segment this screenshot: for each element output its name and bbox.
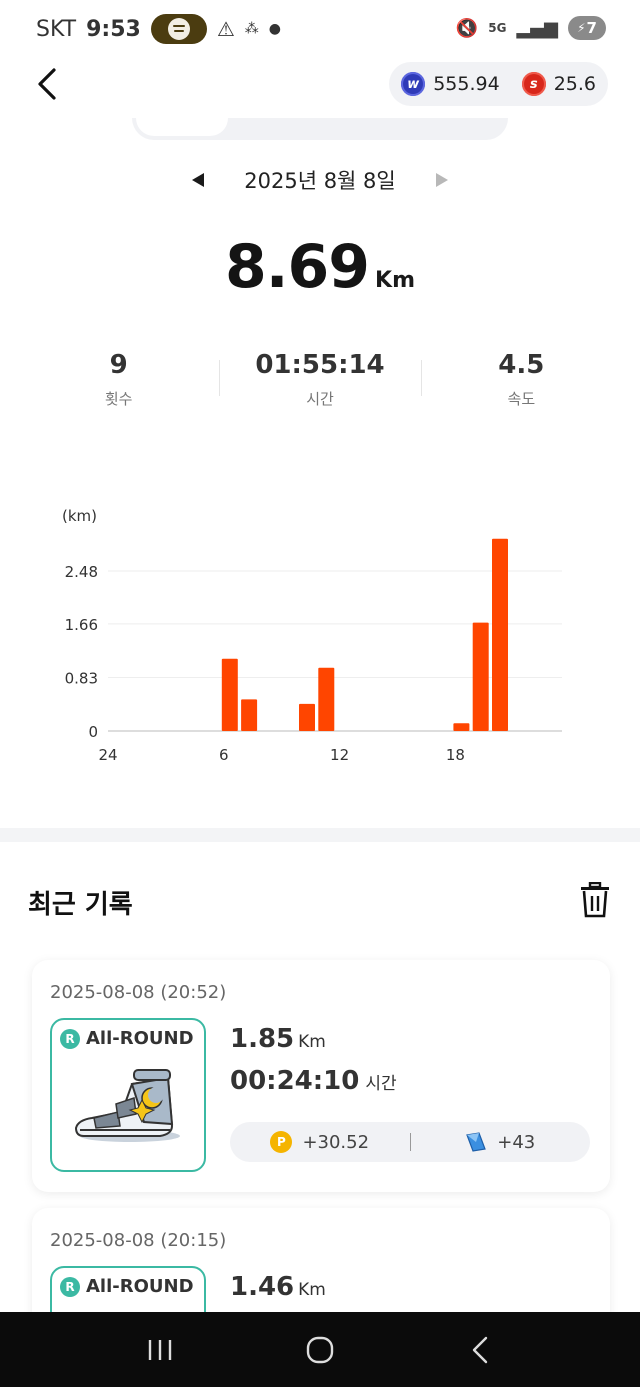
- section-divider: [0, 828, 640, 842]
- stat-time-label: 시간: [306, 390, 334, 408]
- more-notifications-dot-icon: ●: [268, 21, 282, 37]
- stat-time: 01:55:14 시간: [219, 350, 420, 414]
- bar: [318, 667, 335, 731]
- w-coin-balance: 555.94: [433, 73, 500, 95]
- y-tick-label: 0.83: [65, 669, 98, 687]
- record-card[interactable]: 2025-08-08 (20:52) R All-ROUND 1.85 Km 00…: [32, 960, 610, 1192]
- delete-button[interactable]: [580, 881, 610, 918]
- reward-summary: P +30.52 +43: [230, 1122, 590, 1162]
- bar: [241, 699, 258, 731]
- bar: [492, 538, 508, 731]
- stat-speed-label: 속도: [507, 390, 536, 408]
- notification-icon: ⁂: [244, 21, 259, 37]
- chevron-left-icon: [38, 68, 56, 100]
- warning-icon: ⚠: [216, 17, 235, 41]
- total-distance: 8.69 Km: [0, 232, 640, 302]
- y-tick-label: 2.48: [65, 563, 98, 581]
- spotify-icon: [150, 14, 207, 44]
- s-coin-icon: s: [521, 72, 546, 96]
- balance-pill: w 555.94 s 25.6: [389, 62, 608, 106]
- x-tick-label: 24: [98, 746, 117, 764]
- 5g-icon: 5G: [488, 21, 507, 35]
- grade-badge: R: [60, 1028, 80, 1049]
- y-tick-label: 1.66: [65, 616, 98, 634]
- record-date: 2025-08-08 (20:52): [50, 982, 227, 1003]
- point-coin-icon: P: [270, 1131, 293, 1153]
- battery-icon: ⚡ 7: [568, 16, 606, 40]
- bar: [453, 723, 470, 731]
- summary-stats: 9 횟수 01:55:14 시간 4.5 속도: [18, 350, 622, 414]
- next-date-button[interactable]: [435, 173, 448, 187]
- total-distance-unit: Km: [375, 268, 416, 293]
- shoe-thumbnail: R All-ROUND: [50, 1018, 206, 1172]
- sneaker-icon: [74, 1069, 180, 1142]
- trash-icon: [581, 881, 609, 918]
- recent-records-title: 최근 기록: [28, 890, 133, 920]
- status-bar: SKT 9:53 ⚠ ⁂ ● 🔇 5G ▂▄▆ ⚡ 7: [0, 0, 640, 58]
- record-distance: 1.46 Km: [230, 1272, 326, 1302]
- stat-speed: 4.5 속도: [420, 350, 622, 414]
- bar: [472, 622, 489, 731]
- home-icon: [306, 1336, 334, 1363]
- gem-icon: [466, 1132, 487, 1152]
- x-tick-label: 12: [330, 746, 349, 764]
- carrier-label: SKT: [36, 16, 77, 42]
- total-distance-value: 8.69: [224, 232, 370, 302]
- back-button[interactable]: [36, 66, 72, 102]
- stat-count-label: 횟수: [104, 390, 133, 408]
- s-coin-balance: 25.6: [553, 73, 596, 95]
- hourly-distance-chart: (km) 0 0.83 1.66 2.48 24 6 12 18: [62, 507, 562, 764]
- reward-points: +30.52: [302, 1131, 370, 1153]
- mute-icon: 🔇: [455, 17, 479, 39]
- x-tick-label: 18: [446, 746, 465, 764]
- back-arrow-icon: [472, 1336, 488, 1363]
- stat-time-value: 01:55:14: [255, 350, 385, 380]
- shoe-name: All-ROUND: [86, 1028, 194, 1049]
- recent-apps-button[interactable]: [140, 1330, 180, 1370]
- previous-date-button[interactable]: [192, 173, 205, 187]
- grade-badge: R: [60, 1276, 80, 1297]
- y-axis-unit-label: (km): [62, 507, 97, 525]
- reward-gems: +43: [497, 1131, 536, 1153]
- shoe-name: All-ROUND: [86, 1276, 194, 1297]
- y-tick-label: 0: [88, 723, 98, 741]
- bar: [221, 658, 238, 731]
- record-distance: 1.85 Km: [230, 1024, 326, 1054]
- stat-count-value: 9: [109, 350, 128, 380]
- record-date: 2025-08-08 (20:15): [50, 1230, 227, 1251]
- date-label: 2025년 8월 8일: [244, 169, 396, 193]
- home-button[interactable]: [300, 1330, 340, 1370]
- x-tick-label: 6: [219, 746, 229, 764]
- stat-count: 9 횟수: [18, 350, 219, 414]
- system-nav-bar: [0, 1312, 640, 1387]
- bar: [299, 703, 315, 731]
- record-duration: 00:24:10 시간: [230, 1066, 397, 1096]
- signal-icon: ▂▄▆: [516, 17, 558, 39]
- date-navigator: 2025년 8월 8일: [0, 162, 640, 198]
- w-coin-icon: w: [401, 72, 426, 96]
- clock: 9:53: [86, 16, 141, 42]
- system-back-button[interactable]: [460, 1330, 500, 1370]
- stat-speed-value: 4.5: [498, 350, 545, 380]
- recent-apps-icon: [148, 1339, 172, 1360]
